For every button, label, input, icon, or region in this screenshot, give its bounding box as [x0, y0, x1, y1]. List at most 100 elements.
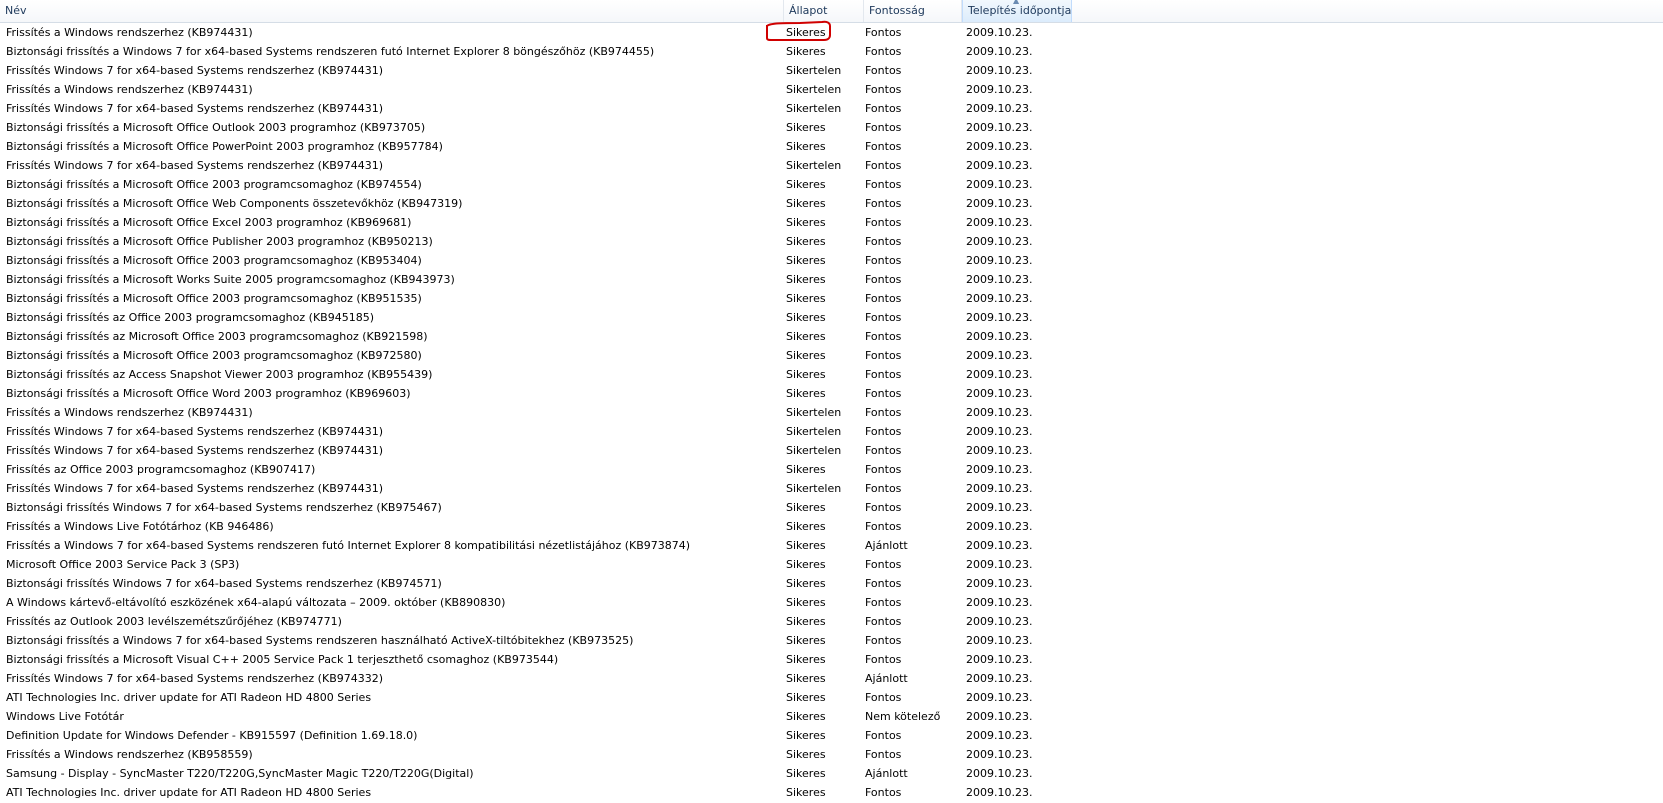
row-state: Sikeres [786, 140, 826, 153]
table-row[interactable]: Frissítés a Windows rendszerhez (KB97443… [0, 403, 1663, 422]
table-row[interactable]: Biztonsági frissítés a Microsoft Office … [0, 251, 1663, 270]
table-row[interactable]: Frissítés Windows 7 for x64-based System… [0, 99, 1663, 118]
row-importance: Fontos [865, 292, 902, 305]
table-row[interactable]: Definition Update for Windows Defender -… [0, 726, 1663, 745]
table-row[interactable]: Biztonsági frissítés Windows 7 for x64-b… [0, 574, 1663, 593]
table-row[interactable]: Biztonsági frissítés a Microsoft Office … [0, 346, 1663, 365]
table-row[interactable]: Frissítés az Outlook 2003 levélszemétszű… [0, 612, 1663, 631]
row-date: 2009.10.23. [966, 710, 1033, 723]
table-row[interactable]: Frissítés Windows 7 for x64-based System… [0, 156, 1663, 175]
row-state: Sikeres [786, 615, 826, 628]
row-date: 2009.10.23. [966, 254, 1033, 267]
row-state: Sikertelen [786, 425, 842, 438]
row-state: Sikeres [786, 349, 826, 362]
row-importance: Fontos [865, 387, 902, 400]
row-date: 2009.10.23. [966, 653, 1033, 666]
row-state: Sikeres [786, 311, 826, 324]
row-state: Sikeres [786, 197, 826, 210]
table-row[interactable]: Frissítés az Office 2003 programcsomagho… [0, 460, 1663, 479]
row-date: 2009.10.23. [966, 558, 1033, 571]
row-name: Frissítés a Windows rendszerhez (KB97443… [6, 83, 253, 96]
row-importance: Fontos [865, 45, 902, 58]
row-date: 2009.10.23. [966, 729, 1033, 742]
table-row[interactable]: Windows Live Fotótár Sikeres Nem kötelező 2… [0, 707, 1663, 726]
table-row[interactable]: Biztonsági frissítés a Microsoft Office … [0, 213, 1663, 232]
row-name: Frissítés a Windows rendszerhez (KB97443… [6, 26, 253, 39]
row-date: 2009.10.23. [966, 330, 1033, 343]
row-state: Sikeres [786, 292, 826, 305]
row-importance: Fontos [865, 482, 902, 495]
table-row[interactable]: Biztonsági frissítés a Microsoft Office … [0, 194, 1663, 213]
row-date: 2009.10.23. [966, 539, 1033, 552]
row-name: Samsung - Display - SyncMaster T220/T220… [6, 767, 474, 780]
table-row[interactable]: Frissítés Windows 7 for x64-based System… [0, 669, 1663, 688]
table-row[interactable]: Biztonsági frissítés a Microsoft Office … [0, 384, 1663, 403]
row-state: Sikeres [786, 748, 826, 761]
row-importance: Fontos [865, 558, 902, 571]
table-row[interactable]: Biztonsági frissítés az Access Snapshot … [0, 365, 1663, 384]
table-row[interactable]: Frissítés Windows 7 for x64-based System… [0, 479, 1663, 498]
row-name: Frissítés a Windows 7 for x64-based Syst… [6, 539, 691, 552]
row-importance: Fontos [865, 140, 902, 153]
table-row[interactable]: Biztonsági frissítés a Microsoft Office … [0, 232, 1663, 251]
table-row[interactable]: A Windows kártevő-eltávolító eszközének … [0, 593, 1663, 612]
row-name: Frissítés az Outlook 2003 levélszemétszű… [6, 615, 342, 628]
table-row[interactable]: Biztonsági frissítés a Windows 7 for x64… [0, 42, 1663, 61]
table-row[interactable]: Frissítés a Windows Live Fotótárhoz (KB … [0, 517, 1663, 536]
row-name: Biztonsági frissítés a Microsoft Office … [6, 387, 411, 400]
table-row[interactable]: Microsoft Office 2003 Service Pack 3 (SP… [0, 555, 1663, 574]
row-state: Sikeres [786, 710, 826, 723]
table-row[interactable]: Biztonsági frissítés a Microsoft Office … [0, 137, 1663, 156]
row-name: Biztonsági frissítés az Office 2003 prog… [6, 311, 374, 324]
row-date: 2009.10.23. [966, 140, 1033, 153]
row-date: 2009.10.23. [966, 672, 1033, 685]
row-state: Sikeres [786, 539, 826, 552]
table-row[interactable]: Biztonsági frissítés a Microsoft Office … [0, 118, 1663, 137]
row-state: Sikeres [786, 273, 826, 286]
table-row[interactable]: Frissítés a Windows 7 for x64-based Syst… [0, 536, 1663, 555]
row-importance: Fontos [865, 273, 902, 286]
table-row[interactable]: Frissítés a Windows rendszerhez (KB97443… [0, 80, 1663, 99]
row-date: 2009.10.23. [966, 273, 1033, 286]
table-row[interactable]: Samsung - Display - SyncMaster T220/T220… [0, 764, 1663, 783]
table-row[interactable]: Biztonsági frissítés a Microsoft Office … [0, 289, 1663, 308]
table-row[interactable]: Biztonsági frissítés Windows 7 for x64-b… [0, 498, 1663, 517]
red-circle-annotation [766, 20, 831, 41]
table-row[interactable]: ATI Technologies Inc. driver update for … [0, 783, 1663, 802]
table-row[interactable]: Frissítés Windows 7 for x64-based System… [0, 61, 1663, 80]
table-row[interactable]: Frissítés Windows 7 for x64-based System… [0, 422, 1663, 441]
table-row[interactable]: Biztonsági frissítés a Microsoft Visual … [0, 650, 1663, 669]
row-name: Biztonsági frissítés a Microsoft Office … [6, 178, 422, 191]
row-date: 2009.10.23. [966, 786, 1033, 799]
row-state: Sikeres [786, 577, 826, 590]
row-importance: Fontos [865, 83, 902, 96]
row-date: 2009.10.23. [966, 691, 1033, 704]
column-header-state[interactable]: Állapot [784, 0, 864, 22]
table-row[interactable]: Biztonsági frissítés a Windows 7 for x64… [0, 631, 1663, 650]
row-importance: Fontos [865, 653, 902, 666]
table-row[interactable]: Biztonsági frissítés a Microsoft Office … [0, 175, 1663, 194]
row-state: Sikeres [786, 178, 826, 191]
row-importance: Fontos [865, 748, 902, 761]
table-row[interactable]: ATI Technologies Inc. driver update for … [0, 688, 1663, 707]
row-date: 2009.10.23. [966, 463, 1033, 476]
row-importance: Fontos [865, 26, 902, 39]
table-row[interactable]: Frissítés Windows 7 for x64-based System… [0, 441, 1663, 460]
table-row[interactable]: Frissítés a Windows rendszerhez (KB95855… [0, 745, 1663, 764]
row-name: Frissítés Windows 7 for x64-based System… [6, 102, 384, 115]
table-row[interactable]: Biztonsági frissítés az Microsoft Office… [0, 327, 1663, 346]
column-header-date[interactable]: ▲ Telepítés időpontja [962, 0, 1072, 22]
row-name: Frissítés az Office 2003 programcsomagho… [6, 463, 316, 476]
column-header-name[interactable]: Név [0, 0, 784, 22]
row-date: 2009.10.23. [966, 102, 1033, 115]
row-importance: Fontos [865, 729, 902, 742]
row-state: Sikeres [786, 45, 826, 58]
table-row[interactable]: Biztonsági frissítés a Microsoft Works S… [0, 270, 1663, 289]
row-date: 2009.10.23. [966, 368, 1033, 381]
row-name: Biztonsági frissítés a Microsoft Office … [6, 235, 433, 248]
row-importance: Fontos [865, 634, 902, 647]
column-header-importance[interactable]: Fontosság [864, 0, 962, 22]
row-name: Frissítés Windows 7 for x64-based System… [6, 425, 384, 438]
table-row[interactable]: Biztonsági frissítés az Office 2003 prog… [0, 308, 1663, 327]
row-name: Windows Live Fotótár [6, 710, 124, 723]
